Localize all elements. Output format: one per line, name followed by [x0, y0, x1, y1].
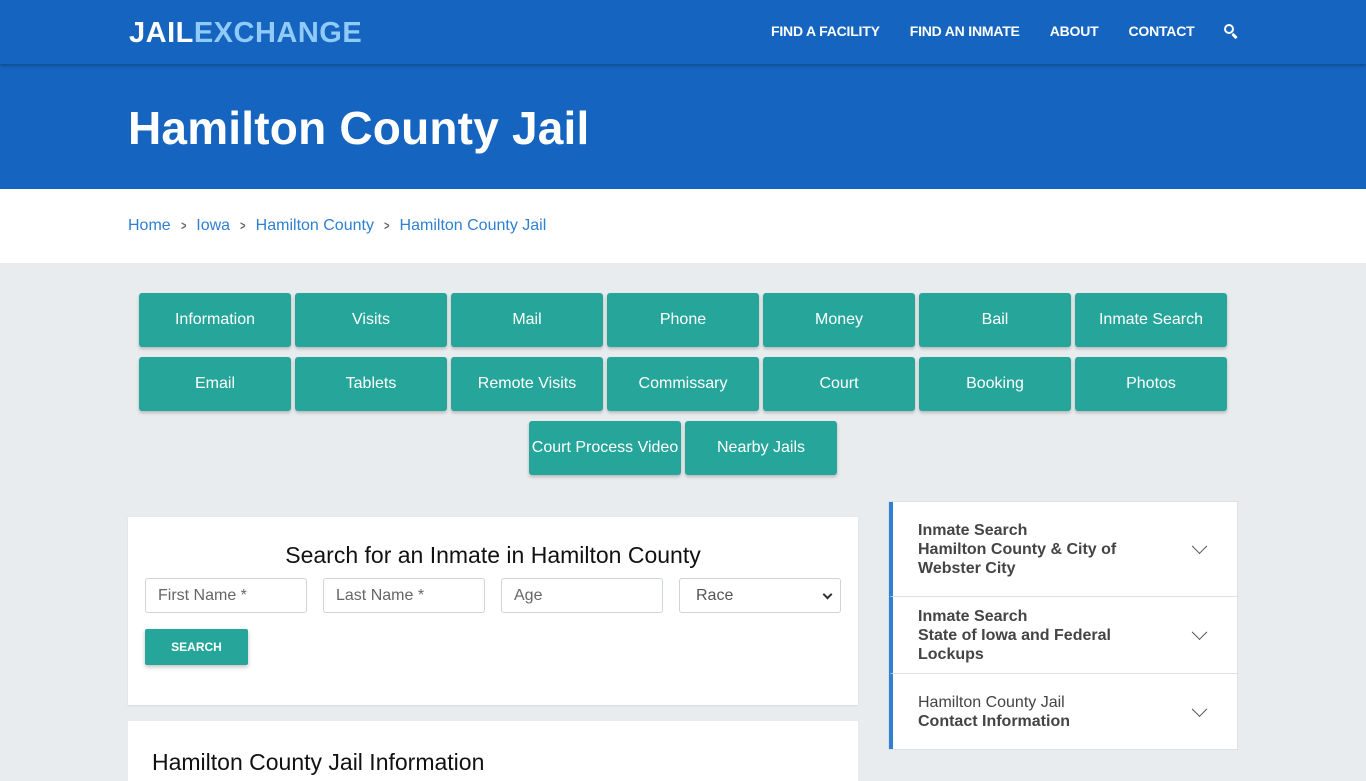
accordion-county-inmate-search[interactable]: Inmate Search Hamilton County & City of … — [889, 502, 1237, 597]
nav-contact[interactable]: CONTACT — [1128, 22, 1194, 40]
chevron-down-icon — [1191, 624, 1208, 641]
search-title: Search for an Inmate in Hamilton County — [285, 542, 701, 568]
accordion-line2: State of Iowa and Federal Lockups — [918, 626, 1111, 663]
chevron-right-icon: > — [180, 218, 187, 233]
accordion-line1: Hamilton County Jail — [918, 693, 1065, 711]
nav-about[interactable]: ABOUT — [1050, 22, 1099, 40]
chevron-down-icon — [1191, 538, 1208, 555]
chevron-down-icon — [822, 589, 833, 600]
info-title: Hamilton County Jail Information — [152, 749, 485, 775]
tile-email[interactable]: Email — [139, 357, 291, 411]
tile-information[interactable]: Information — [139, 293, 291, 347]
race-select-value: Race — [696, 586, 734, 604]
search-icon[interactable] — [1223, 22, 1239, 40]
accordion-line1: Inmate Search — [918, 607, 1028, 625]
top-navbar: JAILEXCHANGE FIND A FACILITY FIND AN INM… — [0, 0, 1366, 64]
tile-mail[interactable]: Mail — [451, 293, 603, 347]
tile-commissary[interactable]: Commissary — [607, 357, 759, 411]
race-select[interactable]: Race — [679, 578, 841, 613]
tile-remote-visits[interactable]: Remote Visits — [451, 357, 603, 411]
chevron-right-icon: > — [240, 218, 246, 233]
tile-tablets[interactable]: Tablets — [295, 357, 447, 411]
accordion-line1: Inmate Search — [918, 521, 1028, 539]
sidebar-accordion: Inmate Search Hamilton County & City of … — [888, 501, 1238, 750]
last-name-input[interactable] — [323, 578, 485, 613]
age-input[interactable] — [501, 578, 663, 613]
tile-visits[interactable]: Visits — [295, 293, 447, 347]
tile-nearby-jails[interactable]: Nearby Jails — [685, 421, 837, 475]
inmate-search-card: Search for an Inmate in Hamilton County … — [128, 517, 858, 705]
chevron-down-icon — [1191, 700, 1208, 717]
search-button[interactable]: SEARCH — [145, 629, 248, 665]
first-name-input[interactable] — [145, 578, 307, 613]
tile-phone[interactable]: Phone — [607, 293, 759, 347]
main-nav: FIND A FACILITY FIND AN INMATE ABOUT CON… — [771, 22, 1239, 40]
tile-court[interactable]: Court — [763, 357, 915, 411]
nav-find-inmate[interactable]: FIND AN INMATE — [910, 22, 1020, 40]
accordion-contact-information[interactable]: Hamilton County Jail Contact Information — [889, 674, 1237, 749]
page-header: Hamilton County Jail — [0, 64, 1366, 189]
tile-photos[interactable]: Photos — [1075, 357, 1227, 411]
facility-nav-tiles: Information Visits Mail Phone Money Bail… — [137, 293, 1229, 485]
jail-information-card: Hamilton County Jail Information — [128, 721, 858, 781]
site-logo[interactable]: JAILEXCHANGE — [129, 16, 362, 50]
breadcrumb: Home > Iowa > Hamilton County > Hamilton… — [128, 216, 546, 236]
chevron-right-icon: > — [384, 218, 390, 233]
breadcrumb-county[interactable]: Hamilton County — [256, 216, 374, 236]
tile-money[interactable]: Money — [763, 293, 915, 347]
breadcrumb-current[interactable]: Hamilton County Jail — [400, 216, 547, 236]
tile-booking[interactable]: Booking — [919, 357, 1071, 411]
breadcrumb-bar: Home > Iowa > Hamilton County > Hamilton… — [0, 189, 1366, 263]
tile-bail[interactable]: Bail — [919, 293, 1071, 347]
page-title: Hamilton County Jail — [128, 102, 590, 154]
accordion-state-inmate-search[interactable]: Inmate Search State of Iowa and Federal … — [889, 597, 1237, 674]
nav-find-facility[interactable]: FIND A FACILITY — [771, 22, 880, 40]
breadcrumb-state[interactable]: Iowa — [196, 216, 230, 236]
logo-jail: JAIL — [129, 17, 194, 49]
breadcrumb-home[interactable]: Home — [128, 216, 171, 236]
tile-court-process-video[interactable]: Court Process Video — [529, 421, 681, 475]
logo-exchange: EXCHANGE — [193, 17, 363, 49]
tile-inmate-search[interactable]: Inmate Search — [1075, 293, 1227, 347]
accordion-line2: Hamilton County & City of Webster City — [918, 540, 1117, 577]
accordion-line2: Contact Information — [918, 712, 1070, 730]
